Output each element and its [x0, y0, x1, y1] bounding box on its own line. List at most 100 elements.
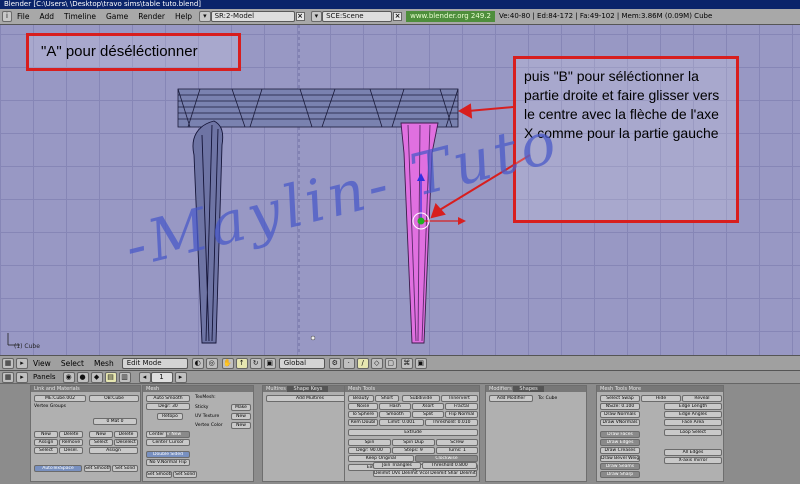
screen-browse-button[interactable]: ▾ — [199, 11, 211, 22]
menu-select[interactable]: Select — [56, 359, 89, 368]
mesh-set-smooth-button[interactable]: Set Smooth — [146, 471, 172, 478]
beauty-toggle[interactable]: Beauty — [348, 395, 374, 402]
vgroup-select-button[interactable]: Select — [34, 447, 58, 454]
steps-field[interactable]: Steps: 9 — [392, 447, 435, 454]
vgroup-new-button[interactable]: New — [34, 431, 58, 438]
smooth-button[interactable]: Smooth — [379, 411, 411, 418]
menu-mesh[interactable]: Mesh — [89, 359, 119, 368]
set-solid-button[interactable]: Set Solid — [112, 465, 138, 472]
logic-context-icon[interactable]: ◉ — [62, 371, 75, 383]
material-delete-button[interactable]: Delete — [114, 431, 138, 438]
select-swap-button[interactable]: Select Swap — [600, 395, 640, 402]
auto-smooth-degree-field[interactable]: Degr: 30 — [146, 403, 190, 410]
view-window-type-icon[interactable]: ▦ — [2, 357, 14, 369]
add-multires-button[interactable]: Add Multires — [266, 395, 354, 402]
vertex-select-icon[interactable]: · — [342, 357, 355, 369]
draw-type-icon[interactable]: ◐ — [191, 357, 204, 369]
menu-game[interactable]: Game — [101, 12, 133, 21]
draw-edges-toggle[interactable]: Draw Edges — [600, 439, 640, 446]
center-button[interactable]: Center — [146, 431, 167, 438]
reveal-button[interactable]: Reveal — [682, 395, 722, 402]
auto-smooth-toggle[interactable]: Auto Smooth — [146, 395, 190, 402]
panel-tab-shape-keys[interactable]: Shape Keys — [287, 386, 329, 392]
manipulator-rotate-icon[interactable]: ↻ — [249, 357, 262, 369]
frame-next-icon[interactable]: ▸ — [174, 371, 187, 383]
material-select-button[interactable]: Select — [89, 439, 113, 446]
manipulator-translate-icon[interactable]: ↑ — [235, 357, 248, 369]
screw-button[interactable]: Screw — [436, 439, 478, 446]
material-new-button[interactable]: New — [89, 431, 113, 438]
fractal-button[interactable]: Fractal — [445, 403, 478, 410]
scene-delete-icon[interactable]: × — [393, 12, 403, 21]
edge-angles-toggle[interactable]: Edge Angles — [664, 411, 722, 418]
menu-view[interactable]: View — [28, 359, 56, 368]
uv-texture-new-button[interactable]: New — [231, 413, 251, 420]
center-cursor-button[interactable]: Center Cursor — [146, 439, 190, 446]
frame-field[interactable]: 1 — [150, 371, 173, 383]
info-window-type-icon[interactable]: i — [2, 11, 12, 22]
threshold-field[interactable]: Threshold: 0.010 — [425, 419, 478, 426]
face-select-icon[interactable]: ◇ — [370, 357, 383, 369]
material-assign-button[interactable]: Assign — [89, 447, 138, 454]
xaxis-mirror-toggle[interactable]: X-axis mirror — [664, 457, 722, 464]
menu-file[interactable]: File — [12, 12, 35, 21]
vgroup-remove-button[interactable]: Remove — [59, 439, 83, 446]
frame-prev-icon[interactable]: ◂ — [138, 371, 151, 383]
collapse-menus-icon[interactable]: ▸ — [16, 357, 28, 369]
orientation-dropdown[interactable]: Global — [278, 357, 325, 369]
edge-select-icon[interactable]: / — [356, 357, 369, 369]
menu-help[interactable]: Help — [170, 12, 197, 21]
no-vnormal-flip-toggle[interactable]: No V.Normal Flip — [146, 459, 190, 466]
3d-viewport[interactable]: "A" pour déséléctionner puis "B" pour sé… — [0, 25, 800, 355]
snap-icon[interactable]: ⌘ — [400, 357, 413, 369]
remove-doubles-button[interactable]: Rem Doubl — [348, 419, 378, 426]
short-toggle[interactable]: Short — [375, 395, 399, 402]
draw-faces-toggle[interactable]: Draw Faces — [600, 431, 640, 438]
screen-delete-icon[interactable]: × — [295, 12, 305, 21]
draw-normals-toggle[interactable]: Draw Normals — [600, 411, 640, 418]
panel-tab-shapes[interactable]: Shapes — [513, 386, 544, 392]
hash-button[interactable]: Hash — [379, 403, 411, 410]
join-threshold-field[interactable]: Threshold 0.800 — [422, 462, 477, 469]
innervert-button[interactable]: Innervert — [441, 395, 478, 402]
sticky-make-button[interactable]: Make — [231, 404, 251, 411]
loop-select-dropdown[interactable]: Loop Select — [664, 429, 722, 436]
manipulator-hand-icon[interactable]: ✋ — [221, 357, 234, 369]
scene-browse-button[interactable]: ▾ — [310, 11, 323, 22]
mode-dropdown[interactable]: Edit Mode — [121, 357, 188, 369]
panels-label[interactable]: Panels — [28, 373, 61, 381]
limit-field[interactable]: Limit: 0.001 — [379, 419, 424, 426]
scene-field[interactable]: SCE:Scene — [322, 11, 393, 22]
object-name-field[interactable]: OB:Cube — [89, 395, 139, 402]
draw-sharp-toggle[interactable]: Draw Sharp — [600, 471, 640, 478]
normal-size-field[interactable]: NSize: 0.100 — [600, 403, 640, 410]
to-sphere-button[interactable]: To Sphere — [348, 411, 378, 418]
vgroup-deselect-button[interactable]: Desel. — [59, 447, 83, 454]
draw-vnormals-toggle[interactable]: Draw VNormals — [600, 419, 640, 426]
split-button[interactable]: Split — [412, 411, 444, 418]
hide-button[interactable]: Hide — [641, 395, 681, 402]
face-area-toggle[interactable]: Face Area — [664, 419, 722, 426]
menu-render[interactable]: Render — [133, 12, 170, 21]
set-smooth-button[interactable]: Set Smooth — [84, 465, 111, 472]
mesh-name-field[interactable]: ME:Cube.002 — [34, 395, 86, 402]
extrude-button[interactable]: Extrude — [348, 429, 478, 436]
turns-field[interactable]: Turns: 1 — [436, 447, 478, 454]
vgroup-assign-button[interactable]: Assign — [34, 439, 58, 446]
autotexspace-toggle[interactable]: AutoTexSpace — [34, 465, 82, 472]
material-deselect-button[interactable]: Deselect — [114, 439, 138, 446]
editing-context-icon[interactable]: ▤ — [104, 371, 117, 383]
buttons-collapse-icon[interactable]: ▸ — [16, 371, 28, 383]
double-sided-toggle[interactable]: Double Sided — [146, 451, 190, 458]
spin-button[interactable]: Spin — [348, 439, 391, 446]
retopo-button[interactable]: Retopo — [157, 413, 183, 420]
pivot-icon[interactable]: ◎ — [205, 357, 218, 369]
object-context-icon[interactable]: ◆ — [90, 371, 103, 383]
draw-seams-toggle[interactable]: Draw Seams — [600, 463, 640, 470]
spin-dup-button[interactable]: Spin Dup — [392, 439, 435, 446]
occlude-icon[interactable]: ▢ — [384, 357, 397, 369]
buttons-window-type-icon[interactable]: ▦ — [2, 371, 14, 383]
noise-button[interactable]: Noise — [348, 403, 378, 410]
draw-creases-toggle[interactable]: Draw Creases — [600, 447, 640, 454]
all-edges-toggle[interactable]: All Edges — [664, 449, 722, 456]
